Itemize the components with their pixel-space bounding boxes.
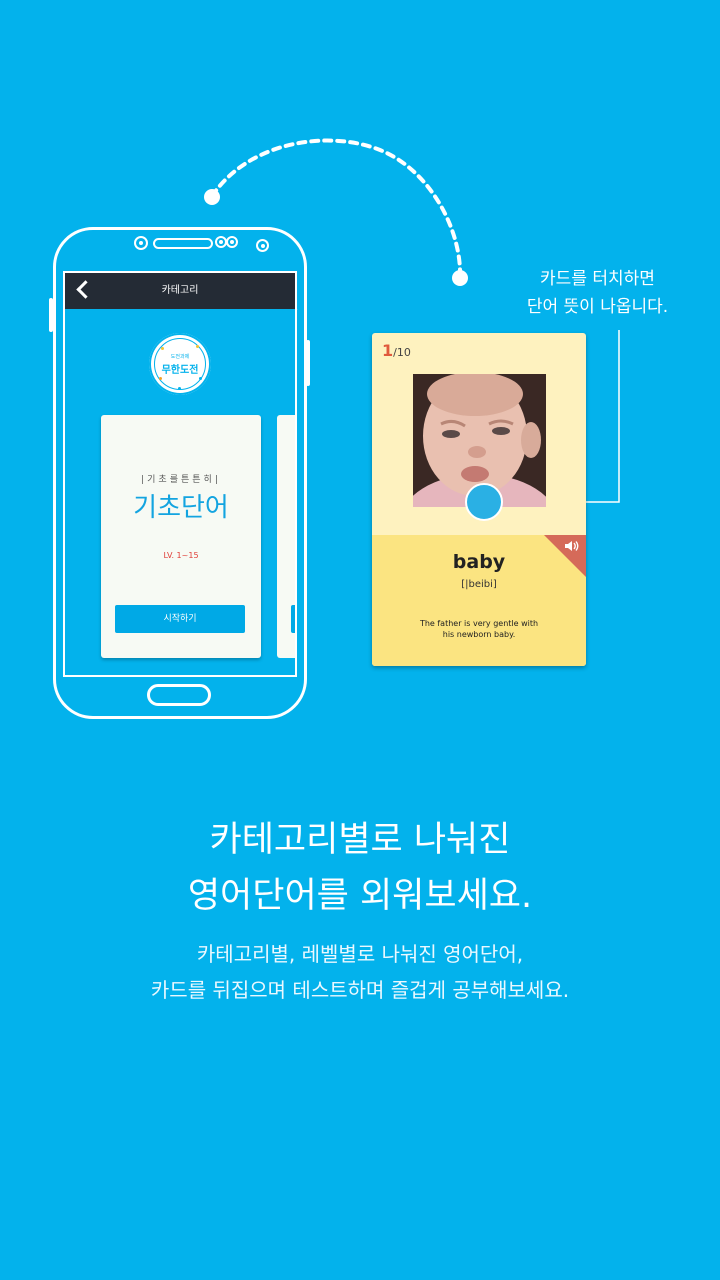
proximity-sensor-icon	[256, 239, 269, 252]
badge-title: 무한도전	[161, 365, 199, 376]
volume-key	[49, 298, 53, 332]
headline: 카테고리별로 나눠진 영어단어를 외워보세요.	[0, 812, 720, 924]
badge-caption: 도전과제	[170, 354, 190, 360]
start-button[interactable]: 시작하기	[115, 605, 245, 633]
description: 카테고리별, 레벨별로 나눠진 영어단어, 카드를 뒤집으며 테스트하며 즐겁게…	[0, 936, 720, 1008]
hint-line-2: 단어 뜻이 나옵니다.	[526, 297, 669, 317]
star-icon	[199, 377, 202, 380]
category-card[interactable]: |기초를튼튼히| 기초단어 LV. 1~15 시작하기	[101, 415, 261, 658]
arc-end-dot	[452, 270, 468, 286]
touch-hint: 카드를 터치하면 단어 뜻이 나옵니다.	[490, 265, 705, 321]
card-total: /10	[393, 346, 411, 359]
star-icon	[159, 377, 162, 380]
star-icon	[178, 387, 181, 390]
touch-indicator	[465, 483, 503, 521]
sensor-icon	[226, 236, 238, 248]
star-icon	[196, 345, 199, 348]
app-bar: 카테고리	[65, 273, 295, 309]
phonetic: [|beibi]	[461, 579, 497, 590]
category-title: 기초단어	[133, 493, 229, 523]
description-line-2: 카드를 뒤집으며 테스트하며 즐겁게 공부해보세요.	[150, 978, 570, 1002]
example-sentence: The father is very gentle with his newbo…	[402, 618, 556, 640]
home-button	[147, 684, 211, 706]
card-counter: 1/10	[382, 341, 411, 360]
arc-start-dot	[204, 189, 220, 205]
next-start-button[interactable]	[291, 605, 295, 633]
app-screen: 카테고리 도전과제 무한도전 |기초를튼튼히| 기초단어 LV. 1~15 시작…	[63, 271, 297, 677]
category-subtitle: |기초를튼튼히|	[141, 475, 221, 485]
card-index: 1	[382, 341, 394, 360]
description-line-1: 카테고리별, 레벨별로 나눠진 영어단어,	[196, 942, 524, 966]
next-category-card[interactable]	[277, 415, 295, 658]
star-icon	[161, 347, 164, 350]
app-bar-title: 카테고리	[161, 285, 199, 296]
example-line-2: his newborn baby.	[442, 630, 516, 639]
hint-line-1: 카드를 터치하면	[540, 269, 655, 289]
english-word: baby	[452, 551, 506, 573]
challenge-badge[interactable]: 도전과제 무한도전	[149, 333, 211, 395]
headline-line-2: 영어단어를 외워보세요.	[187, 876, 533, 916]
speaker-grille	[153, 238, 213, 249]
headline-line-1: 카테고리별로 나눠진	[209, 820, 511, 860]
front-camera-icon	[134, 236, 148, 250]
power-key	[306, 340, 310, 386]
level-range: LV. 1~15	[163, 551, 199, 560]
example-line-1: The father is very gentle with	[419, 619, 539, 628]
